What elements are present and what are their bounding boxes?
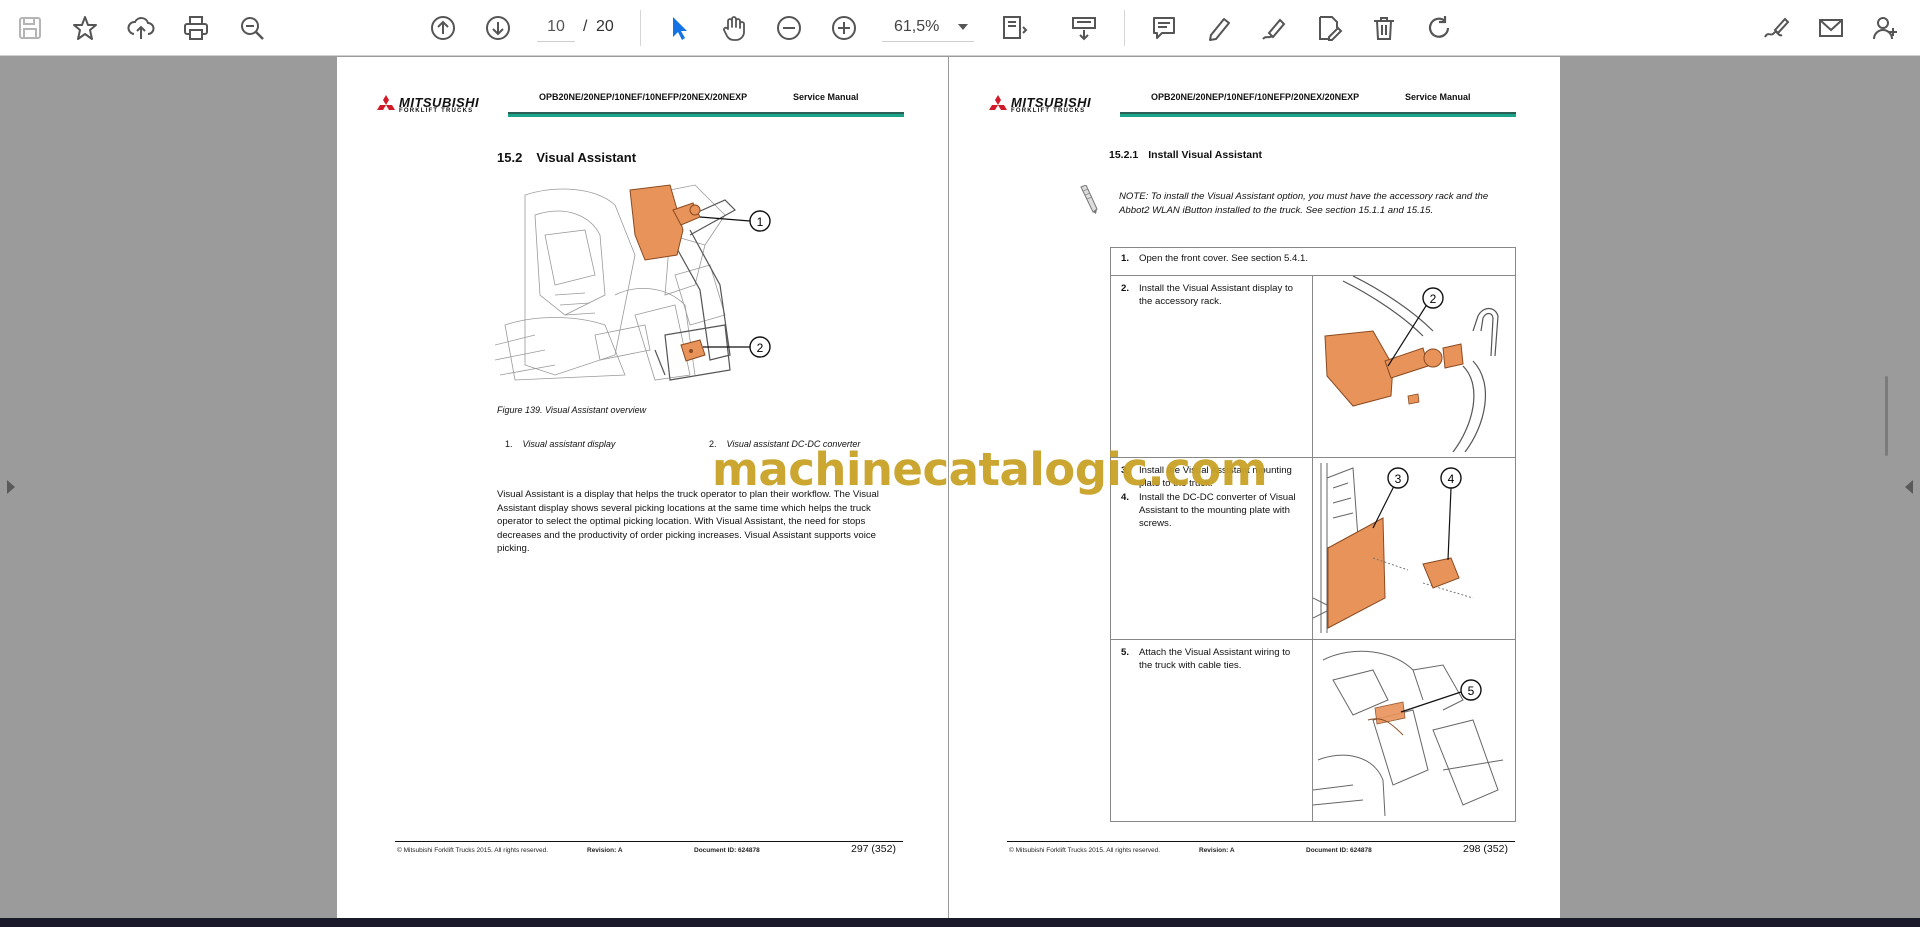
footer-rule (1007, 841, 1515, 842)
highlight-pen-icon[interactable] (1199, 8, 1239, 48)
header-doc-type: Service Manual (1405, 92, 1471, 102)
page-number-input[interactable] (537, 12, 575, 42)
table-row: 1. Open the front cover. See section 5.4.… (1110, 247, 1516, 276)
footer-document-id: Document ID: 624878 (1306, 847, 1372, 854)
header-rule-accent (508, 114, 904, 117)
zoom-search-icon[interactable] (232, 8, 272, 48)
toolbar-divider (640, 10, 641, 46)
brand-logo: MITSUBISHI FORKLIFT TRUCKS (375, 95, 505, 117)
select-cursor-icon[interactable] (659, 8, 699, 48)
svg-text:2: 2 (1430, 292, 1437, 306)
print-icon[interactable] (176, 8, 216, 48)
display-mount-illustration: 2 (1324, 275, 1499, 453)
step-image-cell: 2 (1312, 275, 1516, 458)
page-separator: / (583, 18, 588, 35)
svg-text:3: 3 (1395, 472, 1402, 486)
mounting-plate-illustration: 3 4 (1312, 463, 1474, 633)
zoom-dropdown[interactable]: 61,5% (882, 12, 974, 42)
delete-icon[interactable] (1364, 8, 1404, 48)
subsection-heading: 15.2.1 Install Visual Assistant (1109, 149, 1262, 161)
draw-icon[interactable] (1254, 8, 1294, 48)
upload-cloud-icon[interactable] (121, 8, 161, 48)
body-paragraph: Visual Assistant is a display that helps… (497, 489, 879, 555)
main-toolbar: / 20 61,5% (0, 0, 1920, 56)
wiring-cable-ties-illustration: 5 (1312, 650, 1504, 817)
zoom-value: 61,5% (894, 18, 940, 35)
footer-revision: Revision: A (1199, 847, 1235, 854)
save-icon[interactable] (10, 8, 50, 48)
table-row: 2. Install the Visual Assistant display t… (1110, 275, 1516, 458)
zoom-out-icon[interactable] (769, 8, 809, 48)
step-cell: 1. Open the front cover. See section 5.4.… (1110, 247, 1516, 276)
header-doc-type: Service Manual (793, 92, 859, 102)
brand-logo: MITSUBISHI FORKLIFT TRUCKS (987, 95, 1117, 117)
table-row: 5. Attach the Visual Assistant wiring to … (1110, 639, 1516, 822)
figure-caption: Figure 139. Visual Assistant overview (497, 405, 647, 415)
page-down-icon[interactable] (478, 8, 518, 48)
rotate-icon[interactable] (1419, 8, 1459, 48)
mitsubishi-diamonds-icon (377, 95, 395, 110)
zoom-in-icon[interactable] (824, 8, 864, 48)
vertical-scrollbar[interactable] (1885, 376, 1888, 456)
step-cell: 5. Attach the Visual Assistant wiring to … (1110, 639, 1313, 822)
page-up-icon[interactable] (423, 8, 463, 48)
visual-assistant-overview-figure: 1 2 (495, 184, 771, 381)
step-image-cell: 5 (1312, 639, 1516, 822)
svg-text:5: 5 (1468, 684, 1475, 698)
comment-icon[interactable] (1144, 8, 1184, 48)
header-model: OPB20NE/20NEP/10NEF/10NEFP/20NEX/20NEXP (539, 92, 748, 102)
edit-pdf-icon[interactable] (1309, 8, 1349, 48)
email-icon[interactable] (1811, 8, 1851, 48)
step-image-cell: 3 4 (1312, 457, 1516, 640)
svg-text:4: 4 (1448, 472, 1455, 486)
footer-copyright: © Mitsubishi Forklift Trucks 2015. All r… (397, 847, 549, 854)
scroll-mode-icon[interactable] (1064, 8, 1104, 48)
note-pencil-icon (1080, 185, 1098, 214)
legend-item: 1. Visual assistant display (505, 439, 616, 449)
chevron-down-icon (958, 24, 968, 30)
page-total: 20 (596, 18, 614, 35)
mitsubishi-diamonds-icon (989, 95, 1007, 110)
watermark-text: machinecatalogic.com (712, 443, 1268, 496)
taskbar-edge (0, 918, 1920, 927)
footer-rule (395, 841, 903, 842)
footer-copyright: © Mitsubishi Forklift Trucks 2015. All r… (1009, 847, 1161, 854)
footer-revision: Revision: A (587, 847, 623, 854)
note-text: NOTE: To install the Visual Assistant op… (1119, 191, 1489, 216)
bookmark-star-icon[interactable] (65, 8, 105, 48)
section-heading: 15.2 Visual Assistant (497, 150, 637, 165)
show-right-pane-icon[interactable] (1905, 480, 1913, 494)
svg-text:2: 2 (757, 341, 764, 355)
hand-tool-icon[interactable] (714, 8, 754, 48)
sign-icon[interactable] (1756, 8, 1796, 48)
share-user-icon[interactable] (1866, 8, 1906, 48)
header-rule-accent (1120, 114, 1516, 117)
show-left-pane-icon[interactable] (7, 480, 15, 494)
footer-document-id: Document ID: 624878 (694, 847, 760, 854)
install-steps-table: 1. Open the front cover. See section 5.4.… (1110, 247, 1516, 822)
header-model: OPB20NE/20NEP/10NEF/10NEFP/20NEX/20NEXP (1151, 92, 1360, 102)
svg-text:1: 1 (757, 215, 764, 229)
toolbar-divider (1124, 10, 1125, 46)
page-number: 297 (352) (851, 843, 896, 855)
fit-page-icon[interactable] (994, 8, 1034, 48)
page-number: 298 (352) (1463, 843, 1508, 855)
step-cell: 2. Install the Visual Assistant display t… (1110, 275, 1313, 458)
